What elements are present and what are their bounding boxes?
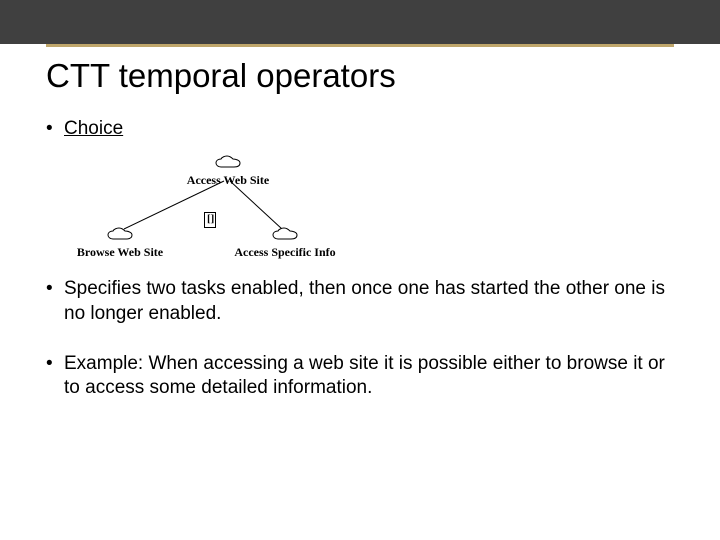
title-band: [0, 0, 720, 44]
tree-left-node: Browse Web Site: [56, 227, 184, 260]
bullet-list: Choice Access Web Site: [46, 117, 674, 401]
tree-right-label: Access Specific Info: [234, 245, 335, 259]
tree-left-label: Browse Web Site: [77, 245, 163, 259]
bullet-choice: Choice: [46, 117, 674, 141]
choice-operator: []: [204, 212, 216, 228]
slide-title: CTT temporal operators: [46, 57, 674, 95]
bullet-spec: Specifies two tasks enabled, then once o…: [46, 277, 674, 326]
cloud-task-icon: [215, 155, 241, 171]
spacer: [46, 263, 674, 277]
choice-label: Choice: [64, 118, 123, 139]
cloud-task-icon: [107, 227, 133, 243]
bullet-example: Example: When accessing a web site it is…: [46, 352, 674, 401]
spacer: [46, 338, 674, 352]
slide-body: CTT temporal operators Choice Access Web…: [0, 47, 720, 401]
cloud-task-icon: [272, 227, 298, 243]
tree-root-label: Access Web Site: [187, 173, 269, 187]
tree-root-node: Access Web Site: [168, 155, 288, 188]
tree-right-node: Access Specific Info: [210, 227, 360, 260]
spec-text: Specifies two tasks enabled, then once o…: [64, 278, 665, 323]
ctt-diagram: Access Web Site Browse Web Site Access S…: [46, 153, 674, 253]
example-text: Example: When accessing a web site it is…: [64, 353, 665, 398]
